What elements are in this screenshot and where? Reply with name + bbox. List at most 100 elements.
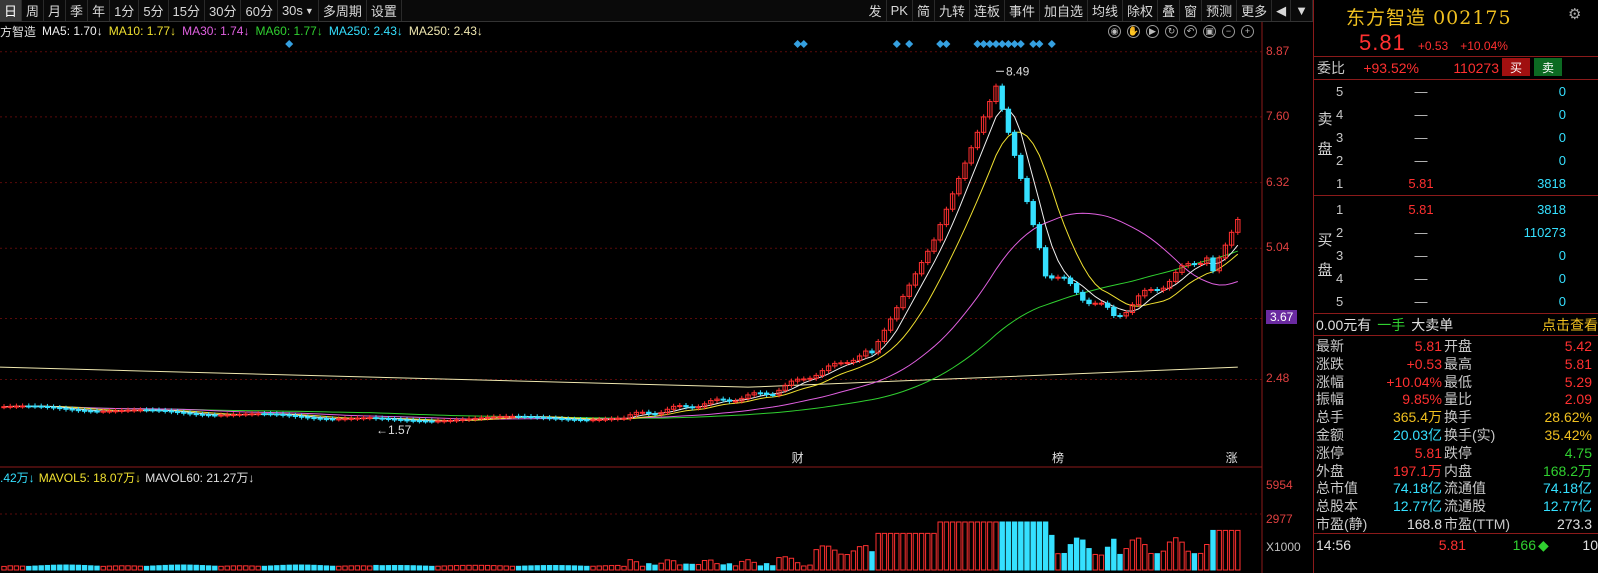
view-details-link[interactable]: 点击查看 bbox=[1542, 315, 1598, 335]
toolbar-tool-button[interactable]: PK bbox=[887, 0, 913, 21]
period-tab[interactable]: 日 bbox=[0, 0, 23, 21]
volume-bar bbox=[993, 521, 999, 571]
volume-bar bbox=[987, 521, 993, 571]
volume-bar bbox=[267, 565, 274, 571]
collapse-panel-button[interactable]: ◀ bbox=[1272, 0, 1292, 21]
period-tab[interactable]: 1分 bbox=[110, 0, 140, 21]
candle-body bbox=[1011, 131, 1018, 156]
volume-bar bbox=[367, 565, 373, 571]
volume-bar bbox=[695, 564, 702, 571]
ma250-line bbox=[0, 366, 1238, 388]
ask-row[interactable]: 4—0 bbox=[1336, 104, 1596, 124]
volume-bar bbox=[379, 565, 385, 571]
buy-side-label: 买盘 bbox=[1317, 232, 1333, 279]
bid-row[interactable]: 2—110273 bbox=[1336, 222, 1596, 242]
volume-bar bbox=[112, 565, 119, 571]
period-tab[interactable]: 60分 bbox=[241, 0, 278, 21]
price-axis-label: 6.32 bbox=[1266, 174, 1290, 189]
interval-dropdown[interactable]: 30s ▼ bbox=[278, 0, 319, 21]
volume-bar bbox=[44, 564, 51, 571]
candle-body bbox=[1086, 299, 1092, 305]
last-price: 5.81 bbox=[1359, 30, 1406, 55]
toolbar-tool-button[interactable]: 九转 bbox=[935, 0, 970, 21]
volume-bar bbox=[980, 521, 987, 571]
candle-body bbox=[497, 416, 503, 419]
ask-row[interactable]: 3—0 bbox=[1336, 127, 1596, 147]
toolbar-tool-button[interactable]: 连板 bbox=[970, 0, 1005, 21]
candle-body bbox=[695, 406, 702, 409]
volume-bar bbox=[156, 565, 162, 571]
volume-bar bbox=[94, 565, 100, 571]
bid-row[interactable]: 4—0 bbox=[1336, 268, 1596, 288]
candle-body bbox=[342, 418, 348, 421]
toolbar-tool-button[interactable]: 均线 bbox=[1088, 0, 1124, 21]
volume-bar bbox=[32, 565, 38, 571]
toolbar-tool-button[interactable]: 除权 bbox=[1123, 0, 1159, 21]
stat-row: 涨跌 +0.53 最高 5.81 bbox=[1316, 355, 1592, 372]
candle-body bbox=[770, 394, 776, 397]
volume-bar bbox=[931, 532, 937, 571]
candle-body bbox=[1018, 154, 1024, 179]
toolbar-tool-button[interactable]: 事件 bbox=[1005, 0, 1041, 21]
candle-body bbox=[187, 412, 193, 415]
volume-bar bbox=[881, 532, 888, 571]
price-axis-label: 8.87 bbox=[1266, 43, 1290, 58]
bid-row[interactable]: 5—0 bbox=[1336, 291, 1596, 311]
volume-bar bbox=[894, 532, 900, 571]
period-tab[interactable]: 周 bbox=[22, 0, 45, 21]
volume-bar bbox=[1197, 552, 1204, 571]
price-change-pct: +10.04% bbox=[1460, 39, 1508, 53]
candle-body bbox=[255, 413, 261, 416]
volume-bar bbox=[1073, 537, 1080, 571]
more-dropdown-icon[interactable]: ▼ bbox=[1291, 0, 1313, 21]
toolbar-tool-button[interactable]: 发 bbox=[865, 0, 887, 21]
volume-bar bbox=[404, 565, 410, 571]
volume-bar bbox=[410, 565, 416, 571]
candle-body bbox=[472, 417, 478, 420]
bid-row[interactable]: 1 5.81 3818 bbox=[1336, 199, 1596, 219]
candle-body bbox=[540, 416, 547, 419]
candle-body bbox=[193, 413, 199, 416]
candle-body bbox=[608, 418, 615, 421]
toolbar-tool-button[interactable]: 叠 bbox=[1158, 0, 1181, 21]
period-tab[interactable]: 月 bbox=[44, 0, 67, 21]
period-tab[interactable]: 季 bbox=[66, 0, 89, 21]
toolbar-tool-button[interactable]: 预测 bbox=[1202, 0, 1238, 21]
candle-body bbox=[677, 405, 683, 408]
volume-bar bbox=[1042, 521, 1049, 571]
volume-bar bbox=[373, 564, 379, 571]
volume-bar bbox=[708, 559, 714, 571]
volume-bar bbox=[683, 563, 689, 571]
volume-bar bbox=[720, 564, 726, 571]
ask-row[interactable]: 5—0 bbox=[1336, 81, 1596, 101]
candle-body bbox=[212, 414, 218, 417]
period-tab[interactable]: 15分 bbox=[169, 0, 206, 21]
candle-body bbox=[559, 418, 565, 421]
toolbar-tool-button[interactable]: 窗 bbox=[1180, 0, 1203, 21]
period-tab[interactable]: 5分 bbox=[139, 0, 169, 21]
ask-row[interactable]: 1 5.81 3818 bbox=[1336, 173, 1596, 193]
period-tab[interactable]: 30分 bbox=[205, 0, 242, 21]
gear-icon[interactable]: ⚙ bbox=[1568, 5, 1581, 23]
toolbar-tool-button[interactable]: 加自选 bbox=[1040, 0, 1089, 21]
settings-button[interactable]: 设置 bbox=[367, 0, 402, 21]
candle-body bbox=[1191, 263, 1198, 266]
candle-body bbox=[261, 413, 268, 416]
period-tab[interactable]: 年 bbox=[88, 0, 111, 21]
candle-body bbox=[181, 411, 187, 414]
buy-button[interactable]: 买 bbox=[1502, 58, 1530, 76]
kline-chart[interactable]: 8.49 ←1.57 财 榜 涨 bbox=[0, 22, 1313, 573]
candle-body bbox=[162, 409, 168, 412]
multi-period-button[interactable]: 多周期 bbox=[319, 0, 367, 21]
bid-row[interactable]: 3—0 bbox=[1336, 245, 1596, 265]
volume-bar bbox=[794, 562, 801, 571]
stat-row: 涨幅 +10.04% 最低 5.29 bbox=[1316, 373, 1592, 390]
stat-row: 总股本 12.77亿 流通股 12.77亿 bbox=[1316, 498, 1592, 515]
sell-button[interactable]: 卖 bbox=[1534, 58, 1562, 76]
candle-body bbox=[69, 408, 75, 411]
toolbar-tool-button[interactable]: 简 bbox=[913, 0, 935, 21]
toolbar-tool-button[interactable]: 更多 bbox=[1237, 0, 1273, 21]
volume-bar bbox=[1, 565, 7, 571]
ask-row[interactable]: 2—0 bbox=[1336, 150, 1596, 170]
candle-body bbox=[1024, 177, 1030, 203]
